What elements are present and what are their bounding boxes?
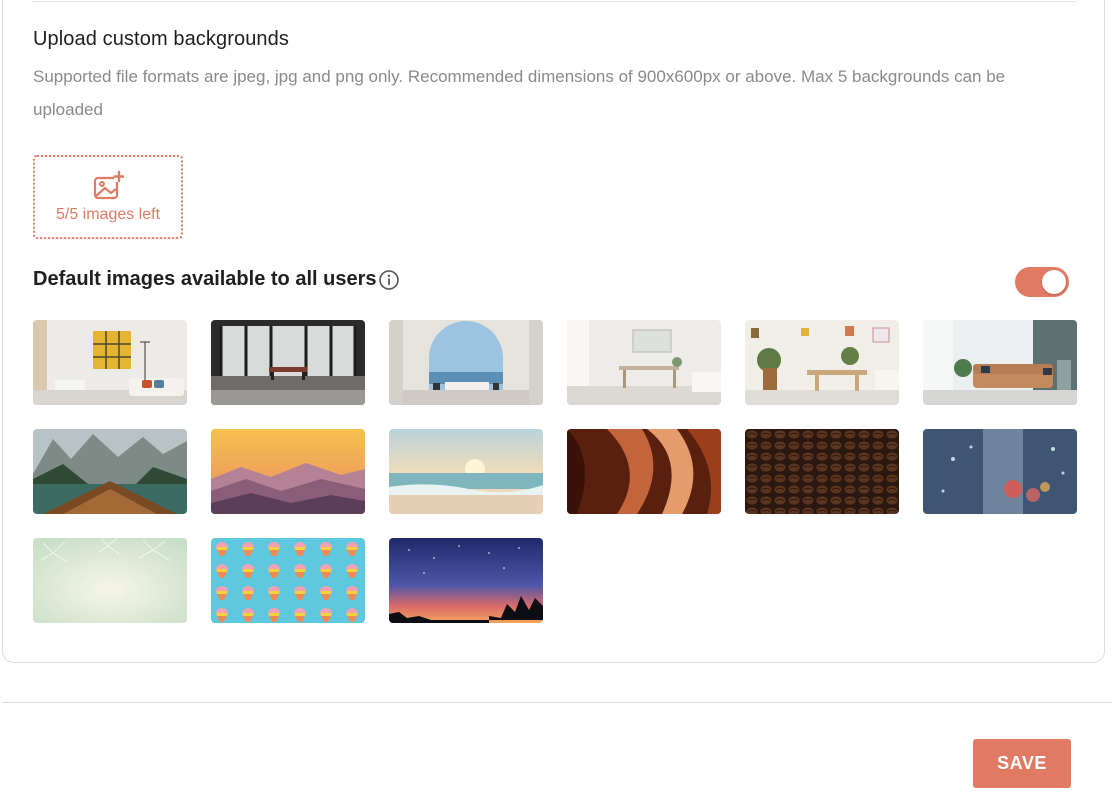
living-room-image (33, 320, 187, 405)
upload-remaining-label: 5/5 images left (55, 206, 161, 223)
sofa-room-image (923, 320, 1077, 405)
background-thumbnail[interactable] (389, 538, 543, 623)
upload-section-description: Supported file formats are jpeg, jpg and… (33, 67, 1006, 119)
background-thumbnail[interactable] (567, 429, 721, 514)
canyon-image (567, 429, 721, 514)
default-backgrounds-grid (33, 320, 1077, 623)
beach-image (389, 429, 543, 514)
background-thumbnail[interactable] (745, 429, 899, 514)
lake-image (33, 429, 187, 514)
section-divider (33, 1, 1076, 2)
terrace-image (389, 320, 543, 405)
add-image-icon (93, 170, 124, 200)
save-button[interactable]: SAVE (973, 739, 1071, 788)
bedroom-image (567, 320, 721, 405)
toggle-knob (1042, 270, 1066, 294)
background-thumbnail[interactable] (745, 320, 899, 405)
sunset-mountains-image (211, 429, 365, 514)
background-thumbnail[interactable] (923, 320, 1077, 405)
info-icon[interactable] (378, 269, 400, 291)
background-thumbnail[interactable] (389, 320, 543, 405)
background-thumbnail[interactable] (389, 429, 543, 514)
rain-bokeh-image (923, 429, 1077, 514)
background-thumbnail[interactable] (33, 429, 187, 514)
cupcakes-pattern-image (211, 538, 365, 623)
night-sky-image (389, 538, 543, 623)
footer-divider (2, 702, 1112, 703)
coffee-beans-image (745, 429, 899, 514)
upload-section-title: Upload custom backgrounds (33, 28, 289, 50)
office-image (211, 320, 365, 405)
default-images-toggle[interactable] (1015, 267, 1069, 297)
upload-image-button[interactable]: 5/5 images left (33, 155, 183, 239)
background-settings-page: Upload custom backgrounds Supported file… (0, 0, 1112, 812)
background-thumbnail[interactable] (33, 538, 187, 623)
background-thumbnail[interactable] (211, 320, 365, 405)
dining-room-image (745, 320, 899, 405)
background-thumbnail[interactable] (33, 320, 187, 405)
background-thumbnail[interactable] (567, 320, 721, 405)
background-thumbnail[interactable] (211, 538, 365, 623)
fireworks-image (33, 538, 187, 623)
background-thumbnail[interactable] (211, 429, 365, 514)
background-thumbnail[interactable] (923, 429, 1077, 514)
default-images-title: Default images available to all users (33, 268, 377, 290)
